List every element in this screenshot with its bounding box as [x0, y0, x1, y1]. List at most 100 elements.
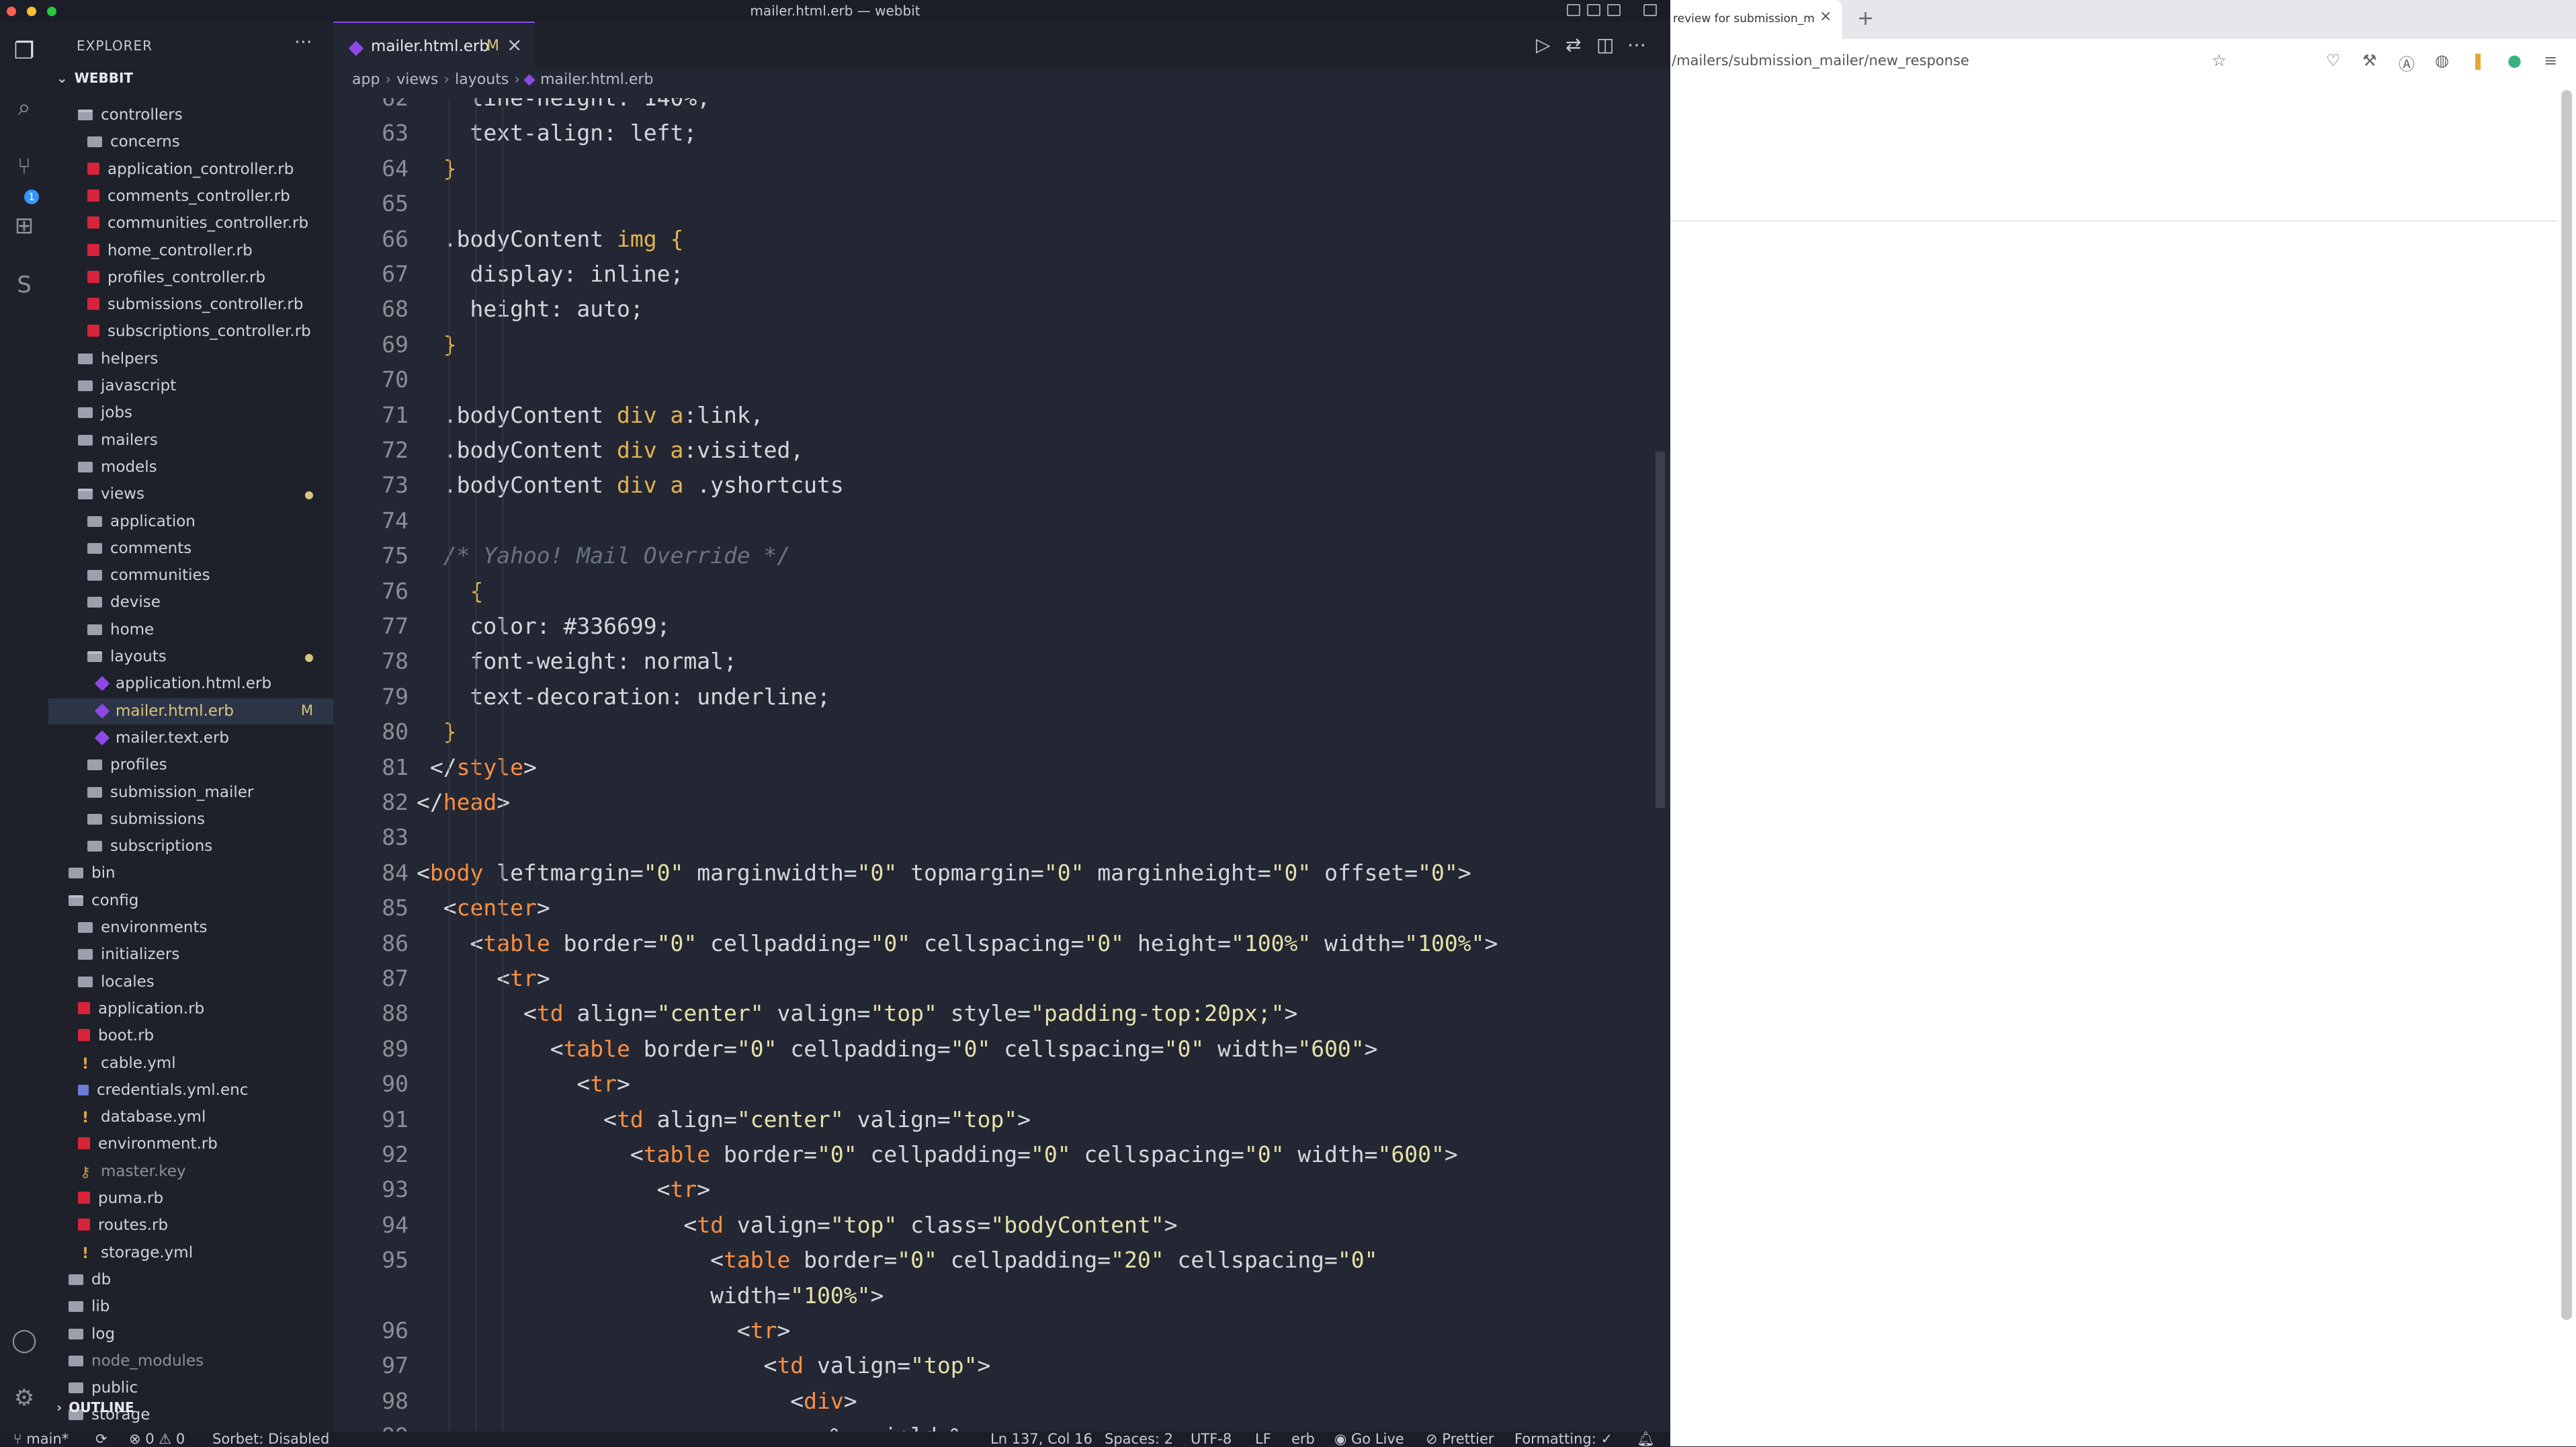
notifications-bell-icon[interactable]: 🔔︎	[1637, 1432, 1655, 1446]
compare-changes-icon[interactable]: ⇄	[1565, 34, 1581, 56]
browser-tab[interactable]: review for submission_mailer ×	[1670, 0, 1842, 39]
go-live-button[interactable]: ◉ Go Live	[1334, 1432, 1404, 1446]
extensions-icon[interactable]: ⊞	[9, 211, 39, 241]
tree-item[interactable]: ⚷ master.key	[48, 1159, 333, 1185]
breadcrumb-item[interactable]: app	[352, 71, 380, 88]
breadcrumb-item[interactable]: views	[396, 71, 438, 88]
tree-item[interactable]: node_modules	[48, 1348, 333, 1374]
tree-item[interactable]: subscriptions	[48, 833, 333, 860]
tree-item[interactable]: layouts	[48, 644, 333, 670]
sync-icon[interactable]: ⟳	[95, 1432, 108, 1446]
formatting-status[interactable]: Formatting: ✓	[1514, 1432, 1613, 1446]
tree-item[interactable]: ! cable.yml	[48, 1050, 333, 1077]
scrollbar-thumb[interactable]	[1656, 452, 1665, 808]
tree-item[interactable]: application	[48, 509, 333, 535]
prettier-status[interactable]: ⊘ Prettier	[1426, 1432, 1494, 1446]
tree-item[interactable]: routes.rb	[48, 1212, 333, 1239]
breadcrumb-item[interactable]: layouts	[455, 71, 509, 88]
extension-a-icon[interactable]: Ⓐ	[2399, 51, 2415, 75]
tree-item[interactable]: profiles_controller.rb	[48, 265, 333, 291]
problems-indicator[interactable]: ⊗ 0 ⚠ 0	[129, 1432, 185, 1446]
bookmark-star-icon[interactable]: ☆	[2212, 51, 2227, 70]
sorbet-icon[interactable]: S	[9, 270, 39, 300]
tree-item[interactable]: communities_controller.rb	[48, 210, 333, 237]
browser-scrollbar[interactable]	[2561, 90, 2572, 1320]
settings-gear-icon[interactable]: ⚙	[9, 1383, 39, 1413]
extension-d-icon[interactable]: ●	[2507, 51, 2522, 70]
sorbet-status[interactable]: Sorbet: Disabled	[212, 1432, 329, 1446]
tools-icon[interactable]: ⚒	[2362, 51, 2377, 70]
explorer-more-actions-button[interactable]: ···	[294, 31, 312, 53]
extension-c-icon[interactable]: ❚	[2471, 51, 2485, 70]
tree-item[interactable]: application.html.erb	[48, 671, 333, 697]
encoding-setting[interactable]: UTF-8	[1191, 1432, 1232, 1446]
tree-item[interactable]: environments	[48, 915, 333, 941]
code-editor[interactable]: 62 line-height: 140%;63 text-align: left…	[333, 98, 1650, 1432]
tree-item[interactable]: ! storage.yml	[48, 1240, 333, 1266]
tree-item[interactable]: environment.rb	[48, 1131, 333, 1157]
tree-item[interactable]: boot.rb	[48, 1023, 333, 1049]
toggle-panel-icon[interactable]	[1587, 4, 1600, 16]
tree-item[interactable]: initializers	[48, 942, 333, 968]
eol-setting[interactable]: LF	[1255, 1432, 1271, 1446]
tree-item[interactable]: bin	[48, 860, 333, 886]
run-icon[interactable]: ▷	[1536, 34, 1551, 56]
toggle-sidebar-icon[interactable]	[1567, 4, 1580, 16]
address-bar[interactable]: /mailers/submission_mailer/new_response	[1672, 52, 1969, 69]
tree-item[interactable]: submission_mailer	[48, 780, 333, 806]
pocket-icon[interactable]: ♡	[2326, 51, 2341, 70]
tree-item[interactable]: profiles	[48, 752, 333, 778]
tree-item[interactable]: communities	[48, 563, 333, 589]
tree-item[interactable]: submissions_controller.rb	[48, 292, 333, 318]
customize-layout-icon[interactable]	[1643, 4, 1657, 16]
cursor-position[interactable]: Ln 137, Col 16	[990, 1432, 1092, 1446]
branch-indicator[interactable]: ⑂ main*	[13, 1432, 69, 1446]
tree-item[interactable]: home_controller.rb	[48, 238, 333, 264]
tree-item[interactable]: views	[48, 481, 333, 507]
tree-item[interactable]: puma.rb	[48, 1186, 333, 1212]
breadcrumb-item[interactable]: mailer.html.erb	[540, 71, 653, 88]
tree-item[interactable]: log	[48, 1321, 333, 1348]
outline-header[interactable]: › OUTLINE	[56, 1399, 134, 1415]
menu-icon[interactable]: ≡	[2544, 51, 2557, 70]
language-mode[interactable]: erb	[1291, 1432, 1315, 1446]
tree-item[interactable]: ! database.yml	[48, 1104, 333, 1130]
account-icon[interactable]: ◯	[9, 1325, 39, 1355]
browser-tab-close-button[interactable]: ×	[1819, 8, 1832, 25]
tree-item[interactable]: config	[48, 888, 333, 914]
tree-item[interactable]: db	[48, 1267, 333, 1293]
extension-b-icon[interactable]: ◍	[2435, 51, 2449, 70]
tree-item[interactable]: subscriptions_controller.rb	[48, 319, 333, 345]
tree-item[interactable]: concerns	[48, 129, 333, 155]
more-actions-icon[interactable]: ⋯	[1627, 34, 1646, 56]
tree-item[interactable]: helpers	[48, 346, 333, 372]
files-icon[interactable]: ❐	[9, 36, 39, 66]
tree-item[interactable]: comments	[48, 536, 333, 562]
tree-item[interactable]: credentials.yml.enc	[48, 1077, 333, 1104]
tree-item[interactable]: locales	[48, 969, 333, 995]
search-icon[interactable]: ⌕	[9, 93, 39, 122]
tree-item[interactable]: devise	[48, 589, 333, 616]
split-editor-icon[interactable]: ◫	[1596, 34, 1614, 56]
tree-item[interactable]: lib	[48, 1294, 333, 1320]
tab-mailer-html-erb[interactable]: mailer.html.erb M ×	[333, 22, 535, 69]
tree-item[interactable]: home	[48, 617, 333, 643]
workspace-header[interactable]: ⌄ WEBBIT	[56, 70, 325, 94]
tree-item[interactable]: application_controller.rb	[48, 157, 333, 183]
tree-item[interactable]: controllers	[48, 102, 333, 128]
tree-item[interactable]: mailers	[48, 427, 333, 454]
tree-item[interactable]: models	[48, 454, 333, 481]
tree-item[interactable]: application.rb	[48, 996, 333, 1022]
tree-item[interactable]: public	[48, 1375, 333, 1401]
indentation-setting[interactable]: Spaces: 2	[1105, 1432, 1173, 1446]
new-tab-button[interactable]: +	[1857, 7, 1874, 30]
tab-close-button[interactable]: ×	[507, 34, 522, 56]
source-control-icon[interactable]: ⑂	[9, 152, 39, 181]
tree-item[interactable]: jobs	[48, 400, 333, 426]
tree-item[interactable]: comments_controller.rb	[48, 183, 333, 210]
tree-item[interactable]: submissions	[48, 807, 333, 833]
tree-item[interactable]: mailer.html.erb M	[48, 698, 333, 725]
tree-item[interactable]: javascript	[48, 373, 333, 399]
tree-item[interactable]: mailer.text.erb	[48, 725, 333, 751]
toggle-secondary-sidebar-icon[interactable]	[1607, 4, 1621, 16]
